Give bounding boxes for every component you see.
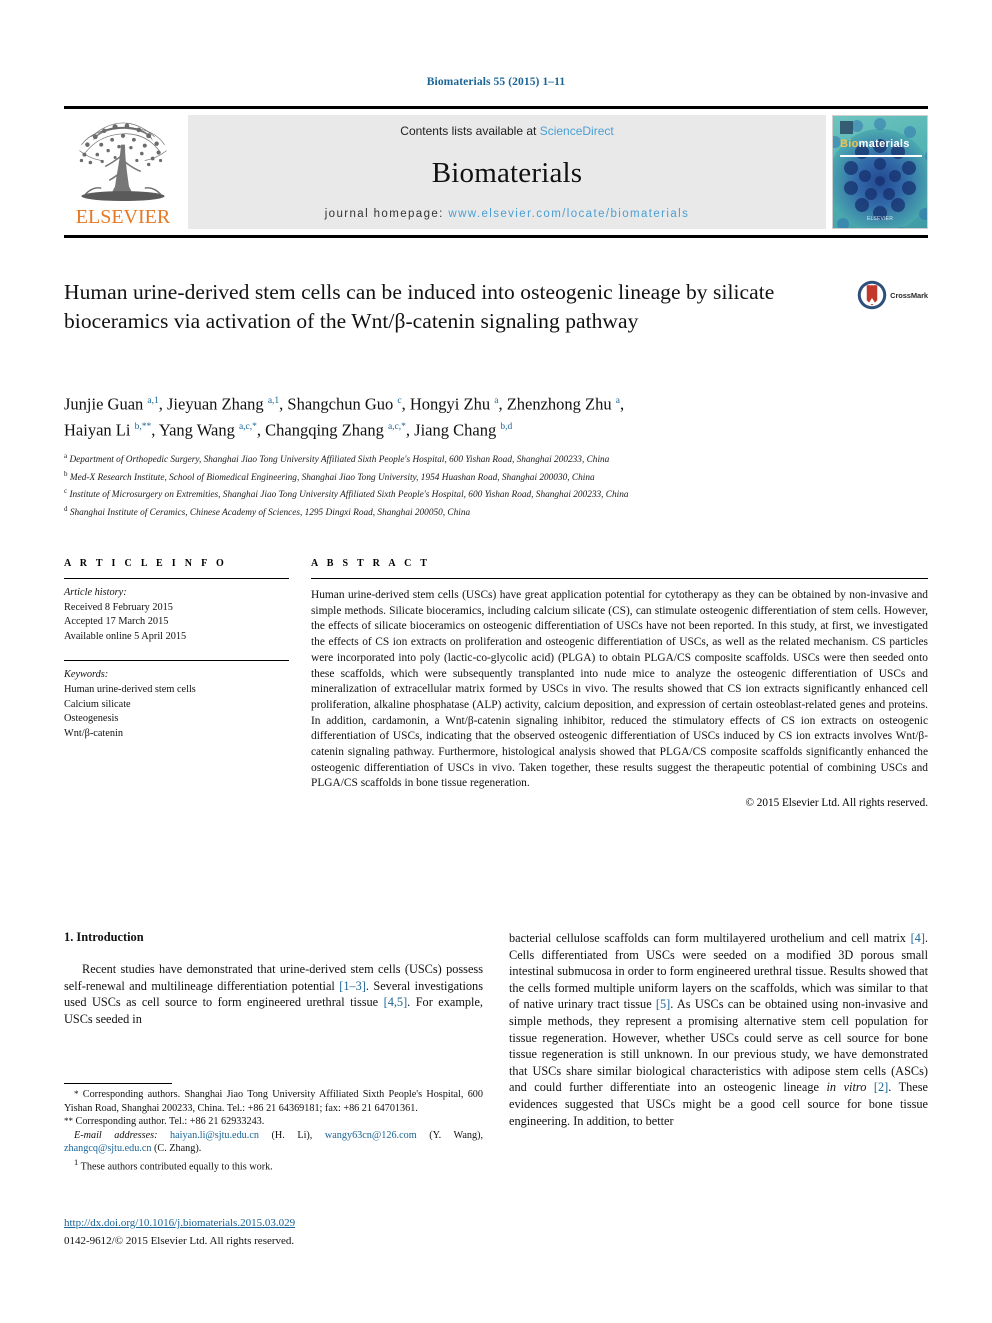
footnote-emails: E-mail addresses: haiyan.li@sjtu.edu.cn …: [64, 1129, 483, 1156]
author-list: Junjie Guan a,1, Jieyuan Zhang a,1, Shan…: [64, 390, 854, 441]
citation-1-3[interactable]: [1–3]: [339, 979, 366, 993]
title-block: Human urine-derived stem cells can be in…: [64, 278, 928, 374]
email-name-3: (C. Zhang).: [154, 1143, 202, 1155]
keyword-item: Calcium silicate: [64, 698, 131, 710]
keyword-item: Human urine-derived stem cells: [64, 683, 196, 695]
footnote-corresponding-1: * Corresponding authors. Shanghai Jiao T…: [64, 1088, 483, 1115]
keyword-item: Osteogenesis: [64, 713, 119, 725]
affiliation-b: b Med-X Research Institute, School of Bi…: [64, 468, 928, 486]
footnotes-block: * Corresponding authors. Shanghai Jiao T…: [64, 1083, 483, 1174]
footnote-rule: [64, 1083, 172, 1084]
elsevier-tree-icon: [79, 122, 167, 202]
abstract-text: Human urine-derived stem cells (USCs) ha…: [311, 589, 928, 790]
journal-cover-image: Biomaterials ELSEVIER: [832, 115, 928, 229]
affiliation-c: c Institute of Microsurgery on Extremiti…: [64, 485, 928, 503]
keywords-block: Keywords: Human urine-derived stem cells…: [64, 661, 289, 741]
elsevier-wordmark: ELSEVIER: [75, 206, 171, 228]
info-abstract-band: A R T I C L E I N F O Article history: R…: [64, 558, 928, 809]
article-history-received: Received 8 February 2015: [64, 601, 173, 613]
author-line-1: Junjie Guan a,1, Jieyuan Zhang a,1, Shan…: [64, 394, 625, 414]
article-info-column: A R T I C L E I N F O Article history: R…: [64, 558, 311, 809]
email-addresses-label: E-mail addresses:: [74, 1129, 158, 1141]
affiliation-a: a Department of Orthopedic Surgery, Shan…: [64, 450, 928, 468]
journal-title: Biomaterials: [431, 156, 583, 189]
affiliation-mark-b: b: [64, 469, 68, 478]
cover-rule: [840, 155, 922, 157]
footnote-equal-contribution-text: These authors contributed equally to thi…: [80, 1161, 273, 1173]
footnote-marker-1: 1: [74, 1156, 79, 1167]
citation-2[interactable]: [2]: [874, 1080, 888, 1094]
affiliation-text-a: Department of Orthopedic Surgery, Shangh…: [69, 455, 610, 466]
cover-footer: ELSEVIER: [866, 216, 894, 222]
affiliation-mark-c: c: [64, 487, 68, 495]
footnote-corresponding-2-text: Corresponding author. Tel.: +86 21 62933…: [75, 1116, 265, 1128]
affiliation-mark-a: a: [64, 452, 68, 460]
homepage-url-link[interactable]: www.elsevier.com/locate/biomaterials: [448, 208, 689, 220]
email-link-changqing-zhang[interactable]: zhangcq@sjtu.edu.cn: [64, 1143, 151, 1154]
cover-title-materials: materials: [858, 138, 910, 150]
article-history-accepted: Accepted 17 March 2015: [64, 616, 169, 628]
section-heading-introduction: 1. Introduction: [64, 930, 144, 944]
crossmark-icon: [857, 280, 887, 310]
footnote-marker-doublestar: **: [64, 1116, 73, 1127]
article-history-label: Article history:: [64, 587, 127, 598]
intro-paragraph-left: Recent studies have demonstrated that ur…: [64, 962, 483, 1026]
author-line-2: Haiyan Li b,**, Yang Wang a,c,*, Changqi…: [64, 420, 513, 439]
running-head: Biomaterials 55 (2015) 1–11: [426, 76, 566, 88]
footnote-corresponding-2: ** Corresponding author. Tel.: +86 21 62…: [64, 1115, 483, 1129]
email-name-2: (Y. Wang),: [429, 1129, 484, 1141]
sciencedirect-link[interactable]: ScienceDirect: [540, 124, 614, 138]
paper-page: Biomaterials 55 (2015) 1–11 ELSEVIER Con…: [0, 0, 992, 1323]
cover-publisher-mark-icon: [840, 121, 853, 134]
affiliation-text-d: Shanghai Institute of Ceramics, Chinese …: [69, 507, 471, 518]
footnote-corresponding-1-text: Corresponding authors. Shanghai Jiao Ton…: [64, 1089, 483, 1114]
contents-prefix: Contents lists available at: [400, 124, 540, 138]
keyword-item: Wnt/β-catenin: [64, 727, 123, 739]
intro-paragraph-right: bacterial cellulose scaffolds can form m…: [509, 931, 928, 1128]
contents-line: Contents lists available at ScienceDirec…: [400, 124, 613, 138]
email-link-haiyan-li[interactable]: haiyan.li@sjtu.edu.cn: [170, 1130, 259, 1141]
cover-title: Biomaterials: [840, 138, 910, 150]
affiliation-text-b: Med-X Research Institute, School of Biom…: [69, 472, 595, 483]
masthead-center: Contents lists available at ScienceDirec…: [188, 115, 826, 229]
abstract-heading: A B S T R A C T: [311, 558, 431, 569]
doi-link[interactable]: http://dx.doi.org/10.1016/j.biomaterials…: [64, 1216, 494, 1231]
affiliations-list: a Department of Orthopedic Surgery, Shan…: [64, 450, 928, 520]
abstract-copyright: © 2015 Elsevier Ltd. All rights reserved…: [745, 797, 929, 810]
body-column-right: bacterial cellulose scaffolds can form m…: [509, 930, 928, 1129]
page-title: Human urine-derived stem cells can be in…: [64, 280, 775, 333]
affiliation-text-c: Institute of Microsurgery on Extremities…: [69, 490, 629, 501]
elsevier-logo: ELSEVIER: [64, 115, 182, 229]
affiliation-mark-d: d: [64, 504, 68, 513]
cover-title-bio: Bio: [840, 138, 859, 150]
email-name-1: (H. Li),: [271, 1129, 313, 1141]
footnote-equal-contribution: 1 These authors contributed equally to t…: [64, 1156, 483, 1174]
citation-4[interactable]: [4]: [911, 931, 925, 945]
article-info-heading: A R T I C L E I N F O: [64, 558, 228, 569]
homepage-prefix: journal homepage:: [324, 208, 449, 220]
citation-5[interactable]: [5]: [656, 997, 670, 1011]
citation-4-5[interactable]: [4,5]: [384, 995, 408, 1009]
abstract-column: A B S T R A C T Human urine-derived stem…: [311, 558, 928, 809]
journal-homepage-line: journal homepage: www.elsevier.com/locat…: [325, 208, 690, 220]
issn-copyright-line: 0142-9612/© 2015 Elsevier Ltd. All right…: [64, 1235, 295, 1247]
crossmark-label: CrossMark: [890, 290, 928, 300]
affiliation-d: d Shanghai Institute of Ceramics, Chines…: [64, 503, 928, 521]
journal-masthead: ELSEVIER Contents lists available at Sci…: [64, 106, 928, 238]
email-link-yang-wang[interactable]: wangy63cn@126.com: [325, 1130, 417, 1141]
keywords-label: Keywords:: [64, 669, 109, 681]
crossmark-badge[interactable]: CrossMark: [857, 280, 928, 310]
doi-block: http://dx.doi.org/10.1016/j.biomaterials…: [64, 1216, 494, 1249]
article-history-online: Available online 5 April 2015: [64, 630, 187, 642]
article-history-block: Article history: Received 8 February 201…: [64, 579, 289, 644]
footnote-marker-star: *: [74, 1089, 79, 1099]
